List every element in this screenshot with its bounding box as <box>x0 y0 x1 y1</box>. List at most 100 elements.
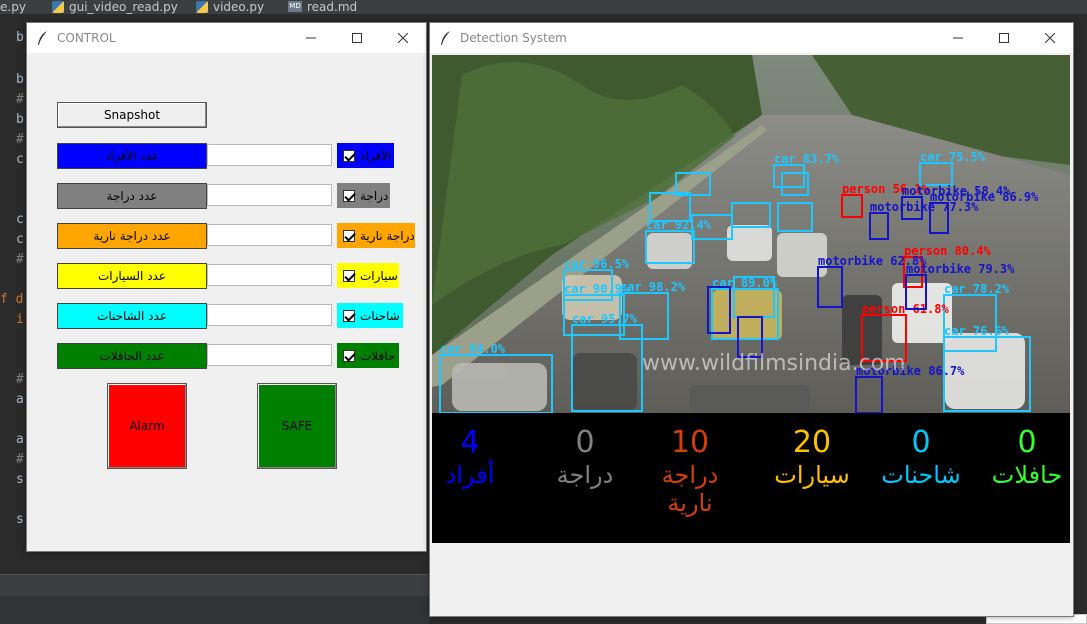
count-class-label: حافلات <box>991 461 1063 489</box>
detection-label: car 94.0% <box>440 342 506 356</box>
minimize-button[interactable] <box>935 23 981 53</box>
code-fragment: c <box>16 212 24 227</box>
count-number: 0 <box>575 425 595 460</box>
count-label-0: عدد الأفراد <box>57 143 207 169</box>
close-button[interactable] <box>1027 23 1073 53</box>
detection-label: car 98.2% <box>620 280 686 294</box>
feather-icon <box>441 31 450 45</box>
count-class-label: شاحنات <box>881 461 961 489</box>
code-fragment: # <box>16 372 24 387</box>
count-class-label: دراجة <box>556 461 614 489</box>
ide-tab[interactable]: e.py <box>0 0 26 14</box>
count-number: 4 <box>460 425 480 460</box>
checkmark-icon[interactable] <box>343 189 355 202</box>
count-entry[interactable] <box>207 144 332 166</box>
count-class-label: سيارات <box>774 461 850 489</box>
count-class-label: أفراد <box>445 461 495 489</box>
checkmark-icon[interactable] <box>343 349 355 362</box>
count-number: 0 <box>911 425 931 460</box>
code-fragment: a <box>16 432 24 447</box>
ide-tab-label: e.py <box>0 0 26 14</box>
class-checkbox[interactable]: حافلات <box>337 343 399 368</box>
code-fragment: s <box>16 512 24 527</box>
count-label-5: عدد الحافلات <box>57 343 207 369</box>
count-stat: 0 حافلات <box>982 425 1072 489</box>
count-label-1: عدد دراجة <box>57 183 207 209</box>
count-number: 10 <box>670 425 710 460</box>
detection-window: Detection System car 94.0% car 90.9% car 9… <box>429 22 1074 617</box>
ide-tab-label: gui_video_read.py <box>69 0 178 14</box>
minimize-icon <box>953 37 963 39</box>
count-entry[interactable] <box>207 224 332 246</box>
close-icon <box>1045 33 1055 43</box>
control-window: CONTROL Snapshot عدد الأفراد الأفراد عدد د… <box>26 22 427 552</box>
code-fragment: # <box>16 132 24 147</box>
detection-label: car 96.5% <box>564 257 630 271</box>
minimize-icon <box>306 37 316 39</box>
count-stat: 20 سيارات <box>762 425 862 489</box>
maximize-button[interactable] <box>981 23 1027 53</box>
checkmark-icon[interactable] <box>343 229 355 242</box>
ide-status-bar <box>0 596 429 624</box>
count-entry[interactable] <box>207 264 332 286</box>
count-number: 0 <box>1017 425 1037 460</box>
code-fragment: b <box>16 112 24 127</box>
ide-tab-label: read.md <box>307 0 358 14</box>
checkmark-icon[interactable] <box>343 149 355 162</box>
detection-label: car 95.7% <box>572 312 638 326</box>
ide-code-gutter: b b # b # c c c # f d i # a a # s s <box>0 14 28 574</box>
class-checkbox[interactable]: الأفراد <box>337 143 394 168</box>
snapshot-button[interactable]: Snapshot <box>57 102 207 128</box>
markdown-file-icon: MD <box>288 1 302 12</box>
code-fragment: b <box>16 30 24 45</box>
checkbox-label: حافلات <box>360 348 396 363</box>
class-checkbox[interactable]: سيارات <box>337 263 399 288</box>
window-title: Detection System <box>460 31 567 45</box>
checkmark-icon[interactable] <box>343 309 355 322</box>
window-title: CONTROL <box>57 31 116 45</box>
video-watermark: www.wildfilmsindia.com <box>642 351 906 376</box>
ide-tab[interactable]: gui_video_read.py <box>52 0 178 14</box>
ide-tab[interactable]: video.py <box>196 0 264 14</box>
close-button[interactable] <box>380 23 426 53</box>
checkbox-label: دراجة نارية <box>360 228 415 243</box>
control-panel: Snapshot عدد الأفراد الأفراد عدد دراجة دراج… <box>27 53 426 551</box>
count-label-2: عدد دراجة نارية <box>57 223 207 249</box>
safe-button[interactable]: SAFE <box>257 383 337 469</box>
count-stat: 0 دراجة <box>540 425 630 489</box>
detection-label: motorbike 62.8% <box>818 254 927 268</box>
detection-titlebar[interactable]: Detection System <box>430 23 1073 53</box>
maximize-button[interactable] <box>334 23 380 53</box>
alarm-button[interactable]: Alarm <box>107 383 187 469</box>
checkbox-label: الأفراد <box>360 148 392 163</box>
close-icon <box>398 33 408 43</box>
detection-label: car 76.6% <box>944 324 1010 338</box>
checkbox-label: شاحنات <box>360 308 400 323</box>
code-fragment: s <box>16 472 24 487</box>
detection-panel: car 94.0% car 90.9% car 95.7% car 96.5% car … <box>430 53 1073 616</box>
code-fragment: # <box>16 452 24 467</box>
class-checkbox[interactable]: دراجة <box>337 183 390 208</box>
checkbox-label: دراجة <box>360 188 389 203</box>
ide-tab[interactable]: MD read.md <box>288 0 357 14</box>
code-fragment: # <box>16 252 24 267</box>
class-checkbox[interactable]: دراجة نارية <box>337 223 415 248</box>
count-entry[interactable] <box>207 344 332 366</box>
count-entry[interactable] <box>207 304 332 326</box>
detection-label: motorbike 77.3% <box>870 200 979 214</box>
count-stat: 0 شاحنات <box>876 425 966 489</box>
code-fragment: # <box>16 92 24 107</box>
maximize-icon <box>352 33 362 43</box>
control-titlebar[interactable]: CONTROL <box>27 23 426 53</box>
minimize-button[interactable] <box>288 23 334 53</box>
detection-label: car 75.5% <box>920 150 986 164</box>
checkmark-icon[interactable] <box>343 269 355 282</box>
count-class-label: دراجة نارية <box>661 461 719 517</box>
code-fragment: b <box>16 72 24 87</box>
count-number: 20 <box>792 425 832 460</box>
class-checkbox[interactable]: شاحنات <box>337 303 403 328</box>
code-fragment: c <box>16 232 24 247</box>
detection-label: car 78.2% <box>944 282 1010 296</box>
count-stat: 4 أفراد <box>440 425 500 489</box>
count-entry[interactable] <box>207 184 332 206</box>
